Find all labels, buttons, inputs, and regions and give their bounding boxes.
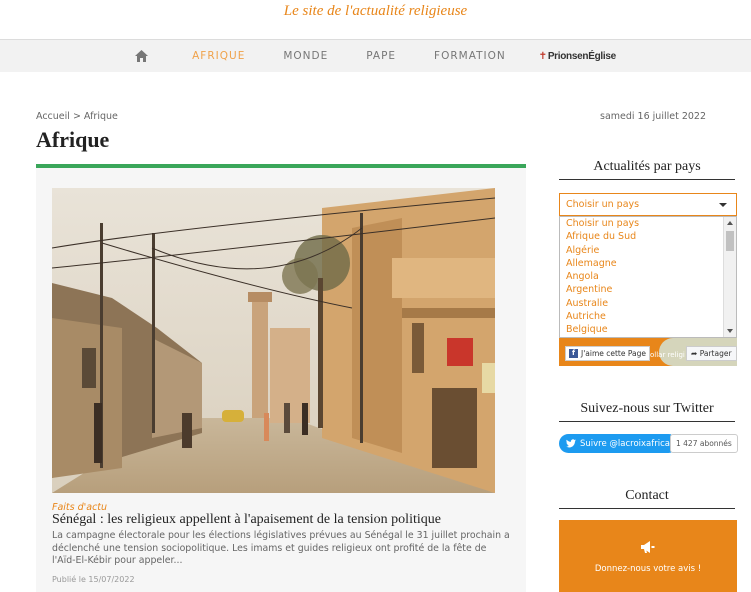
options-scrollbar[interactable] <box>723 217 736 337</box>
main-nav: AFRIQUE MONDE PAPE FORMATION ✝PrionsenÉg… <box>0 39 751 72</box>
country-select[interactable]: Choisir un pays <box>559 193 737 216</box>
country-option[interactable]: Choisir un pays <box>560 217 736 230</box>
country-option[interactable]: Algérie <box>560 244 736 257</box>
facebook-page-name: ollar religi <box>650 351 685 359</box>
article-published-date: Publié le 15/07/2022 <box>52 575 135 584</box>
cross-icon: ✝ <box>538 50 547 62</box>
facebook-like-button[interactable]: f J'aime cette Page <box>565 346 651 361</box>
share-icon: ➦ <box>691 349 698 358</box>
countries-widget-title: Actualités par pays <box>559 159 735 180</box>
nav-item-pape[interactable]: PAPE <box>366 50 396 62</box>
nav-item-afrique[interactable]: AFRIQUE <box>192 50 245 62</box>
contact-feedback-text: Donnez-nous votre avis ! <box>594 564 702 574</box>
facebook-share-label: Partager <box>699 349 732 358</box>
country-option[interactable]: Autriche <box>560 310 736 323</box>
twitter-bird-icon <box>566 439 576 448</box>
nav-item-monde[interactable]: MONDE <box>283 50 328 62</box>
country-option[interactable]: Angola <box>560 270 736 283</box>
site-tagline: Le site de l'actualité religieuse <box>283 3 468 19</box>
facebook-like-label: J'aime cette Page <box>581 349 647 358</box>
scroll-thumb[interactable] <box>726 231 734 251</box>
country-option[interactable]: Belgique <box>560 323 736 336</box>
country-option[interactable]: Argentine <box>560 283 736 296</box>
country-options-list[interactable]: Choisir un pays Afrique du Sud Algérie A… <box>559 216 737 338</box>
home-icon[interactable] <box>135 50 149 62</box>
contact-feedback-box[interactable]: Donnez-nous votre avis ! <box>559 520 737 592</box>
country-option[interactable]: Afrique du Sud <box>560 230 736 243</box>
contact-widget-title: Contact <box>559 488 735 509</box>
prions-label: PrionsenÉglise <box>547 50 616 62</box>
country-option[interactable]: Australie <box>560 297 736 310</box>
scroll-up-icon[interactable] <box>727 221 733 225</box>
nav-item-formation[interactable]: FORMATION <box>434 50 506 62</box>
twitter-widget-title: Suivez-nous sur Twitter <box>559 401 735 422</box>
facebook-widget: f J'aime cette Page ollar religi ➦ Parta… <box>559 338 737 366</box>
twitter-follower-count[interactable]: 1 427 abonnés <box>670 434 738 453</box>
nav-item-prions-en-eglise[interactable]: ✝PrionsenÉglise <box>539 51 616 62</box>
twitter-follow-label: Suivre @lacroixafrica <box>580 438 670 449</box>
scroll-down-icon[interactable] <box>727 329 733 333</box>
facebook-share-button[interactable]: ➦ Partager <box>686 346 737 361</box>
chevron-down-icon <box>719 203 727 207</box>
article-title[interactable]: Sénégal : les religieux appellent à l'ap… <box>52 512 512 528</box>
country-option[interactable]: Allemagne <box>560 257 736 270</box>
featured-article-card[interactable]: Faits d'actu Sénégal : les religieux app… <box>36 168 526 592</box>
facebook-icon: f <box>569 349 578 358</box>
site-header: Le site de l'actualité religieuse <box>0 0 751 38</box>
breadcrumb[interactable]: Accueil > Afrique <box>36 111 118 122</box>
twitter-follow-button[interactable]: Suivre @lacroixafrica <box>559 434 678 453</box>
current-date: samedi 16 juillet 2022 <box>600 111 707 122</box>
country-select-value: Choisir un pays <box>566 199 640 210</box>
article-excerpt: La campagne électorale pour les élection… <box>52 530 510 566</box>
page-title: Afrique <box>36 127 110 152</box>
megaphone-icon <box>641 541 655 553</box>
article-photo[interactable] <box>52 188 495 493</box>
